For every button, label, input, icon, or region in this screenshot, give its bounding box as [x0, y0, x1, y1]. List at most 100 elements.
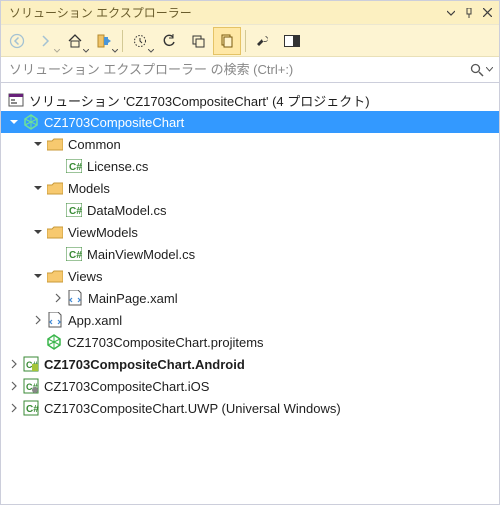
expand-toggle[interactable] — [31, 181, 45, 195]
file-label: License.cs — [87, 159, 148, 174]
file-label: CZ1703CompositeChart.projitems — [67, 335, 264, 350]
toolbar — [1, 25, 499, 57]
titlebar: ソリューション エクスプローラー — [1, 1, 499, 25]
toolbar-separator — [245, 30, 246, 52]
files-icon — [220, 34, 234, 48]
solution-icon — [7, 93, 25, 107]
project-label: CZ1703CompositeChart.iOS — [44, 379, 209, 394]
window-menu-button[interactable] — [443, 5, 459, 21]
wrench-icon — [256, 34, 270, 48]
file-node-mainpage[interactable]: MainPage.xaml — [1, 287, 499, 309]
chevron-down-icon — [83, 49, 89, 53]
preview-button[interactable] — [278, 27, 306, 55]
xaml-file-icon — [46, 312, 64, 328]
folder-label: Common — [68, 137, 121, 152]
svg-text:C#: C# — [69, 162, 82, 173]
properties-button[interactable] — [249, 27, 277, 55]
autohide-button[interactable] — [461, 5, 477, 21]
project-label: CZ1703CompositeChart.UWP (Universal Wind… — [44, 401, 341, 416]
show-all-files-button[interactable] — [213, 27, 241, 55]
folder-node-models[interactable]: Models — [1, 177, 499, 199]
file-label: App.xaml — [68, 313, 122, 328]
search-button[interactable] — [470, 63, 493, 77]
chevron-down-icon — [148, 49, 154, 53]
project-node-ios[interactable]: C# CZ1703CompositeChart.iOS — [1, 375, 499, 397]
project-node-android[interactable]: C# CZ1703CompositeChart.Android — [1, 353, 499, 375]
file-label: DataModel.cs — [87, 203, 166, 218]
pin-icon — [464, 8, 474, 18]
shared-project-icon — [22, 114, 40, 130]
folder-icon — [46, 226, 64, 239]
chevron-down-icon — [54, 49, 60, 53]
folder-node-viewmodels[interactable]: ViewModels — [1, 221, 499, 243]
back-icon — [9, 33, 25, 49]
chevron-down-icon — [447, 9, 455, 17]
csharp-project-icon: C# — [22, 400, 40, 416]
file-node-appxaml[interactable]: App.xaml — [1, 309, 499, 331]
chevron-down-icon — [486, 67, 493, 72]
csharp-file-icon: C# — [65, 203, 83, 217]
expand-toggle[interactable] — [31, 137, 45, 151]
svg-text:C#: C# — [69, 250, 82, 261]
svg-text:C#: C# — [26, 404, 39, 415]
searchbar — [1, 57, 499, 83]
shared-project-icon — [45, 334, 63, 350]
folder-label: Models — [68, 181, 110, 196]
expand-toggle[interactable] — [7, 401, 21, 415]
history-icon — [133, 34, 147, 48]
project-label: CZ1703CompositeChart.Android — [44, 357, 245, 372]
expand-toggle[interactable] — [31, 269, 45, 283]
file-label: MainPage.xaml — [88, 291, 178, 306]
close-icon — [483, 8, 492, 17]
solution-label: ソリューション 'CZ1703CompositeChart' (4 プロジェクト… — [29, 91, 370, 110]
file-node-projitems[interactable]: CZ1703CompositeChart.projitems — [1, 331, 499, 353]
home-button[interactable] — [61, 27, 89, 55]
folder-node-common[interactable]: Common — [1, 133, 499, 155]
folder-label: ViewModels — [68, 225, 138, 240]
file-node-mainviewmodel[interactable]: C# MainViewModel.cs — [1, 243, 499, 265]
sync-icon — [96, 33, 112, 49]
expand-toggle[interactable] — [7, 115, 21, 129]
project-label: CZ1703CompositeChart — [44, 115, 184, 130]
folder-icon — [46, 270, 64, 283]
solution-explorer-panel: ソリューション エクスプローラー — [0, 0, 500, 505]
file-label: MainViewModel.cs — [87, 247, 195, 262]
csharp-file-icon: C# — [65, 159, 83, 173]
history-button[interactable] — [126, 27, 154, 55]
folder-icon — [46, 138, 64, 151]
back-button[interactable] — [3, 27, 31, 55]
ios-project-icon: C# — [22, 378, 40, 394]
preview-icon — [284, 35, 300, 47]
android-project-icon: C# — [22, 356, 40, 372]
sync-with-active-button[interactable] — [90, 27, 118, 55]
project-node-uwp[interactable]: C# CZ1703CompositeChart.UWP (Universal W… — [1, 397, 499, 419]
expand-toggle[interactable] — [7, 379, 21, 393]
folder-label: Views — [68, 269, 102, 284]
refresh-button[interactable] — [155, 27, 183, 55]
solution-node[interactable]: ソリューション 'CZ1703CompositeChart' (4 プロジェクト… — [1, 89, 499, 111]
search-input[interactable] — [7, 61, 470, 78]
expand-toggle[interactable] — [31, 225, 45, 239]
titlebar-title: ソリューション エクスプローラー — [9, 4, 441, 21]
file-node-license[interactable]: C# License.cs — [1, 155, 499, 177]
collapse-icon — [191, 34, 205, 48]
refresh-icon — [162, 34, 176, 48]
expand-toggle[interactable] — [51, 291, 65, 305]
collapse-all-button[interactable] — [184, 27, 212, 55]
folder-icon — [46, 182, 64, 195]
search-icon — [470, 63, 484, 77]
forward-icon — [40, 35, 52, 47]
expand-toggle[interactable] — [7, 357, 21, 371]
expand-toggle[interactable] — [31, 313, 45, 327]
toolbar-separator — [122, 30, 123, 52]
xaml-file-icon — [66, 290, 84, 306]
solution-tree[interactable]: ソリューション 'CZ1703CompositeChart' (4 プロジェクト… — [1, 83, 499, 504]
project-node-shared[interactable]: CZ1703CompositeChart — [1, 111, 499, 133]
close-button[interactable] — [479, 5, 495, 21]
folder-node-views[interactable]: Views — [1, 265, 499, 287]
svg-text:C#: C# — [69, 206, 82, 217]
file-node-datamodel[interactable]: C# DataModel.cs — [1, 199, 499, 221]
chevron-down-icon — [112, 49, 118, 53]
forward-button[interactable] — [32, 27, 60, 55]
home-icon — [67, 33, 83, 49]
